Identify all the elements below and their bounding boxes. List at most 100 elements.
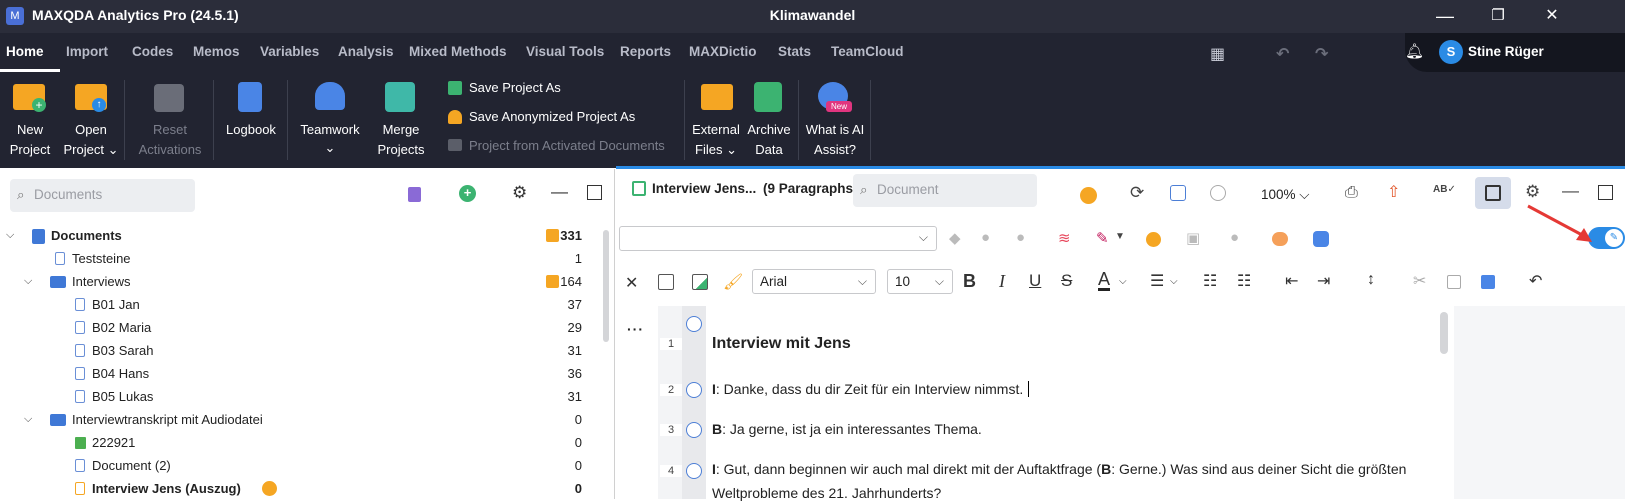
gear-icon[interactable]: ⚙	[512, 183, 527, 203]
tab-maxdictio[interactable]: MAXDictio	[689, 44, 757, 59]
documents-search-input[interactable]: ⌕ Documents	[10, 179, 195, 212]
copy-icon[interactable]	[1447, 275, 1461, 289]
memo-icon[interactable]	[546, 275, 559, 288]
code-icon[interactable]: ◆	[949, 229, 961, 247]
undo-icon[interactable]: ↶	[1529, 271, 1542, 291]
timestamp-icon[interactable]	[1170, 185, 1186, 201]
export-icon[interactable]: ⇧	[1387, 182, 1400, 202]
tree-row-b03[interactable]: B03 Sarah 31	[0, 339, 600, 362]
memo-icon[interactable]	[546, 229, 559, 242]
zoom-select[interactable]: 100% ⌵	[1261, 187, 1310, 203]
chevron-down-icon[interactable]: ⌵	[1119, 276, 1127, 287]
timestamp-clock-icon[interactable]	[686, 422, 702, 438]
tree-row-b02[interactable]: B02 Maria 29	[0, 316, 600, 339]
tab-codes[interactable]: Codes	[132, 44, 173, 59]
play-icon[interactable]	[1080, 187, 1097, 204]
toggle-pane-button[interactable]	[1475, 177, 1511, 209]
restore-button[interactable]: ❐	[1478, 4, 1518, 30]
tree-row-interviews[interactable]: ⌵ Interviews 164	[0, 270, 600, 293]
tree-scrollbar[interactable]	[603, 230, 609, 342]
minimize-button[interactable]: —	[1425, 4, 1465, 30]
code-select-dropdown[interactable]: ⌵	[619, 226, 937, 251]
font-color-icon[interactable]: A	[1098, 270, 1111, 291]
print-icon[interactable]: ⎙	[1345, 184, 1358, 202]
maximize-panel-icon[interactable]	[1598, 185, 1613, 200]
scissors-icon[interactable]: ✂	[1413, 271, 1426, 291]
tree-row-teststeine[interactable]: Teststeine 1	[0, 247, 600, 270]
document-search-input[interactable]: ⌕ Document	[853, 174, 1037, 207]
highlight-marker-icon[interactable]: ✎	[1096, 229, 1109, 247]
insert-code-icon[interactable]	[692, 274, 708, 290]
tab-visual-tools[interactable]: Visual Tools	[526, 44, 604, 59]
notification-bell-icon[interactable]: 🔔︎	[1405, 42, 1424, 60]
chevron-down-icon[interactable]: ▼	[1115, 231, 1125, 242]
emoticon-icon[interactable]	[1146, 232, 1161, 247]
tab-home[interactable]: Home	[6, 44, 44, 59]
tree-row-222921[interactable]: 222921 0	[0, 431, 600, 454]
insert-timestamp-icon[interactable]	[658, 274, 674, 290]
numbered-list-icon[interactable]: ☷	[1237, 271, 1251, 291]
indent-icon[interactable]: ⇥	[1317, 271, 1330, 291]
tree-row-document-2[interactable]: Document (2) 0	[0, 454, 600, 477]
close-button[interactable]: ✕	[1532, 4, 1572, 30]
tab-import[interactable]: Import	[66, 44, 108, 59]
layout-icon[interactable]: ▦	[1210, 44, 1225, 64]
redo-icon[interactable]: ↷	[1315, 44, 1328, 64]
font-family-select[interactable]: Arial ⌵	[752, 269, 876, 294]
chevron-down-icon[interactable]: ⌵	[1170, 276, 1178, 287]
comment-icon[interactable]	[1272, 232, 1288, 246]
undo-icon[interactable]: ↶	[1276, 44, 1289, 64]
tab-variables[interactable]: Variables	[260, 44, 319, 59]
minimize-panel-icon[interactable]: —	[1562, 181, 1579, 201]
code-emoticode-icon[interactable]: ●	[981, 229, 990, 246]
clock-icon[interactable]	[1210, 185, 1226, 201]
outdent-icon[interactable]: ⇤	[1285, 271, 1298, 291]
tree-row-b04[interactable]: B04 Hans 36	[0, 362, 600, 385]
tree-row-b01[interactable]: B01 Jan 37	[0, 293, 600, 316]
code-favorite-icon[interactable]: ▣	[1186, 229, 1200, 247]
maximize-panel-icon[interactable]	[587, 185, 602, 200]
tab-memos[interactable]: Memos	[193, 44, 240, 59]
ai-code-icon[interactable]	[1313, 231, 1329, 247]
tree-row-interview-jens[interactable]: Interview Jens (Auszug) 0	[0, 477, 600, 499]
tree-row-interviewtranskript[interactable]: ⌵ Interviewtranskript mit Audiodatei 0	[0, 408, 600, 431]
paste-icon[interactable]	[1481, 275, 1495, 289]
strikethrough-icon[interactable]: S	[1061, 271, 1072, 291]
code-in-vivo-icon[interactable]: ●	[1016, 229, 1025, 246]
chevron-down-icon[interactable]: ⌵	[24, 270, 32, 293]
align-icon[interactable]: ☰	[1150, 271, 1164, 291]
tab-analysis[interactable]: Analysis	[338, 44, 394, 59]
user-name[interactable]: Stine Rüger	[1468, 44, 1544, 59]
code-remove-icon[interactable]: ●	[1230, 229, 1239, 246]
font-size-select[interactable]: 10 ⌵	[887, 269, 953, 294]
bold-icon[interactable]: B	[963, 271, 976, 292]
document-set-icon[interactable]	[408, 187, 421, 202]
gear-icon[interactable]: ⚙	[1525, 182, 1540, 202]
italic-icon[interactable]: I	[999, 271, 1005, 292]
bullet-list-icon[interactable]: ☷	[1203, 271, 1217, 291]
underline-icon[interactable]: U	[1029, 271, 1041, 291]
tab-mixed-methods[interactable]: Mixed Methods	[409, 44, 507, 59]
tab-stats[interactable]: Stats	[778, 44, 811, 59]
tree-row-b05[interactable]: B05 Lukas 31	[0, 385, 600, 408]
close-edit-icon[interactable]: ✕	[625, 273, 638, 293]
avatar[interactable]: S	[1439, 40, 1463, 64]
editor-scrollbar[interactable]	[1440, 312, 1448, 354]
timestamp-clock-icon[interactable]	[686, 463, 702, 479]
sync-icon[interactable]: ⟳	[1130, 183, 1144, 203]
more-options-icon[interactable]: ···	[627, 321, 644, 337]
play-icon[interactable]	[262, 481, 277, 496]
line-spacing-icon[interactable]: ↕	[1367, 271, 1375, 289]
tree-row-documents[interactable]: ⌵ Documents 331	[0, 224, 600, 247]
minimize-panel-icon[interactable]: —	[551, 182, 568, 202]
tab-teamcloud[interactable]: TeamCloud	[831, 44, 904, 59]
add-document-icon[interactable]: +	[459, 185, 476, 202]
chevron-down-icon[interactable]: ⌵	[24, 408, 32, 431]
timestamp-clock-icon[interactable]	[686, 382, 702, 398]
spellcheck-icon[interactable]: AB✓	[1433, 184, 1456, 195]
paintbrush-icon[interactable]: 🖌︎	[723, 272, 743, 292]
timestamp-clock-icon[interactable]	[686, 316, 702, 332]
color-code-icon[interactable]: ≋	[1058, 229, 1071, 247]
tab-reports[interactable]: Reports	[620, 44, 671, 59]
chevron-down-icon[interactable]: ⌵	[6, 224, 14, 247]
